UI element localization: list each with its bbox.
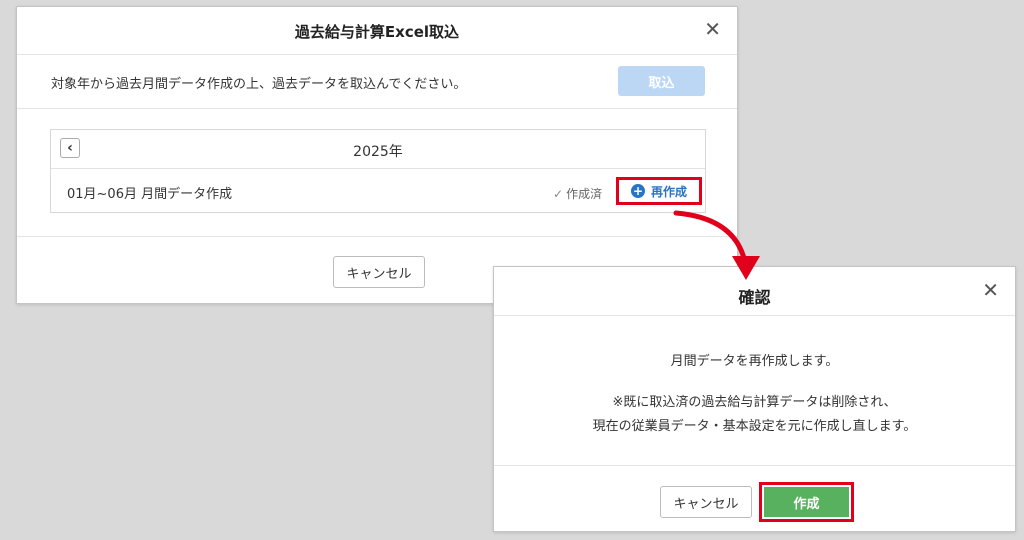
- import-button[interactable]: 取込: [618, 66, 705, 96]
- divider: [17, 236, 737, 237]
- create-button-highlight: 作成: [759, 482, 854, 522]
- status-badge: ✓ 作成済: [553, 185, 602, 202]
- import-dialog-title: 過去給与計算Excel取込: [294, 23, 460, 41]
- confirm-message: 月間データを再作成します。: [670, 354, 839, 369]
- confirm-cancel-button[interactable]: キャンセル: [660, 486, 752, 518]
- close-icon[interactable]: ✕: [982, 280, 999, 300]
- confirm-dialog-title: 確認: [738, 288, 771, 307]
- import-description: 対象年から過去月間データ作成の上、過去データを取込んでください。: [51, 77, 467, 92]
- year-panel-header: ‹ 2025年: [51, 130, 705, 169]
- check-icon: ✓: [553, 187, 564, 201]
- divider: [17, 108, 737, 109]
- confirm-note-line2: 現在の従業員データ・基本設定を元に作成し直します。: [592, 419, 917, 434]
- recreate-button-label: 再作成: [650, 184, 687, 199]
- create-button[interactable]: 作成: [764, 487, 849, 517]
- year-label: 2025年: [353, 144, 403, 160]
- recreate-button[interactable]: + 再作成: [616, 177, 702, 205]
- divider: [494, 465, 1015, 466]
- divider: [17, 54, 737, 55]
- confirm-note-line1: ※既に取込済の過去給与計算データは削除され、: [612, 395, 897, 410]
- cancel-button[interactable]: キャンセル: [333, 256, 425, 288]
- year-panel: ‹ 2025年 01月~06月 月間データ作成 ✓ 作成済 + 再作成: [50, 129, 706, 213]
- status-text: 作成済: [566, 187, 603, 201]
- import-dialog: 過去給与計算Excel取込 ✕ 対象年から過去月間データ作成の上、過去データを取…: [16, 6, 738, 304]
- plus-circle-icon: +: [630, 184, 645, 198]
- divider: [494, 315, 1015, 316]
- monthly-data-row-label: 01月~06月 月間データ作成: [67, 187, 233, 202]
- confirm-dialog: 確認 ✕ 月間データを再作成します。 ※既に取込済の過去給与計算データは削除され…: [493, 266, 1016, 532]
- close-icon[interactable]: ✕: [704, 19, 721, 39]
